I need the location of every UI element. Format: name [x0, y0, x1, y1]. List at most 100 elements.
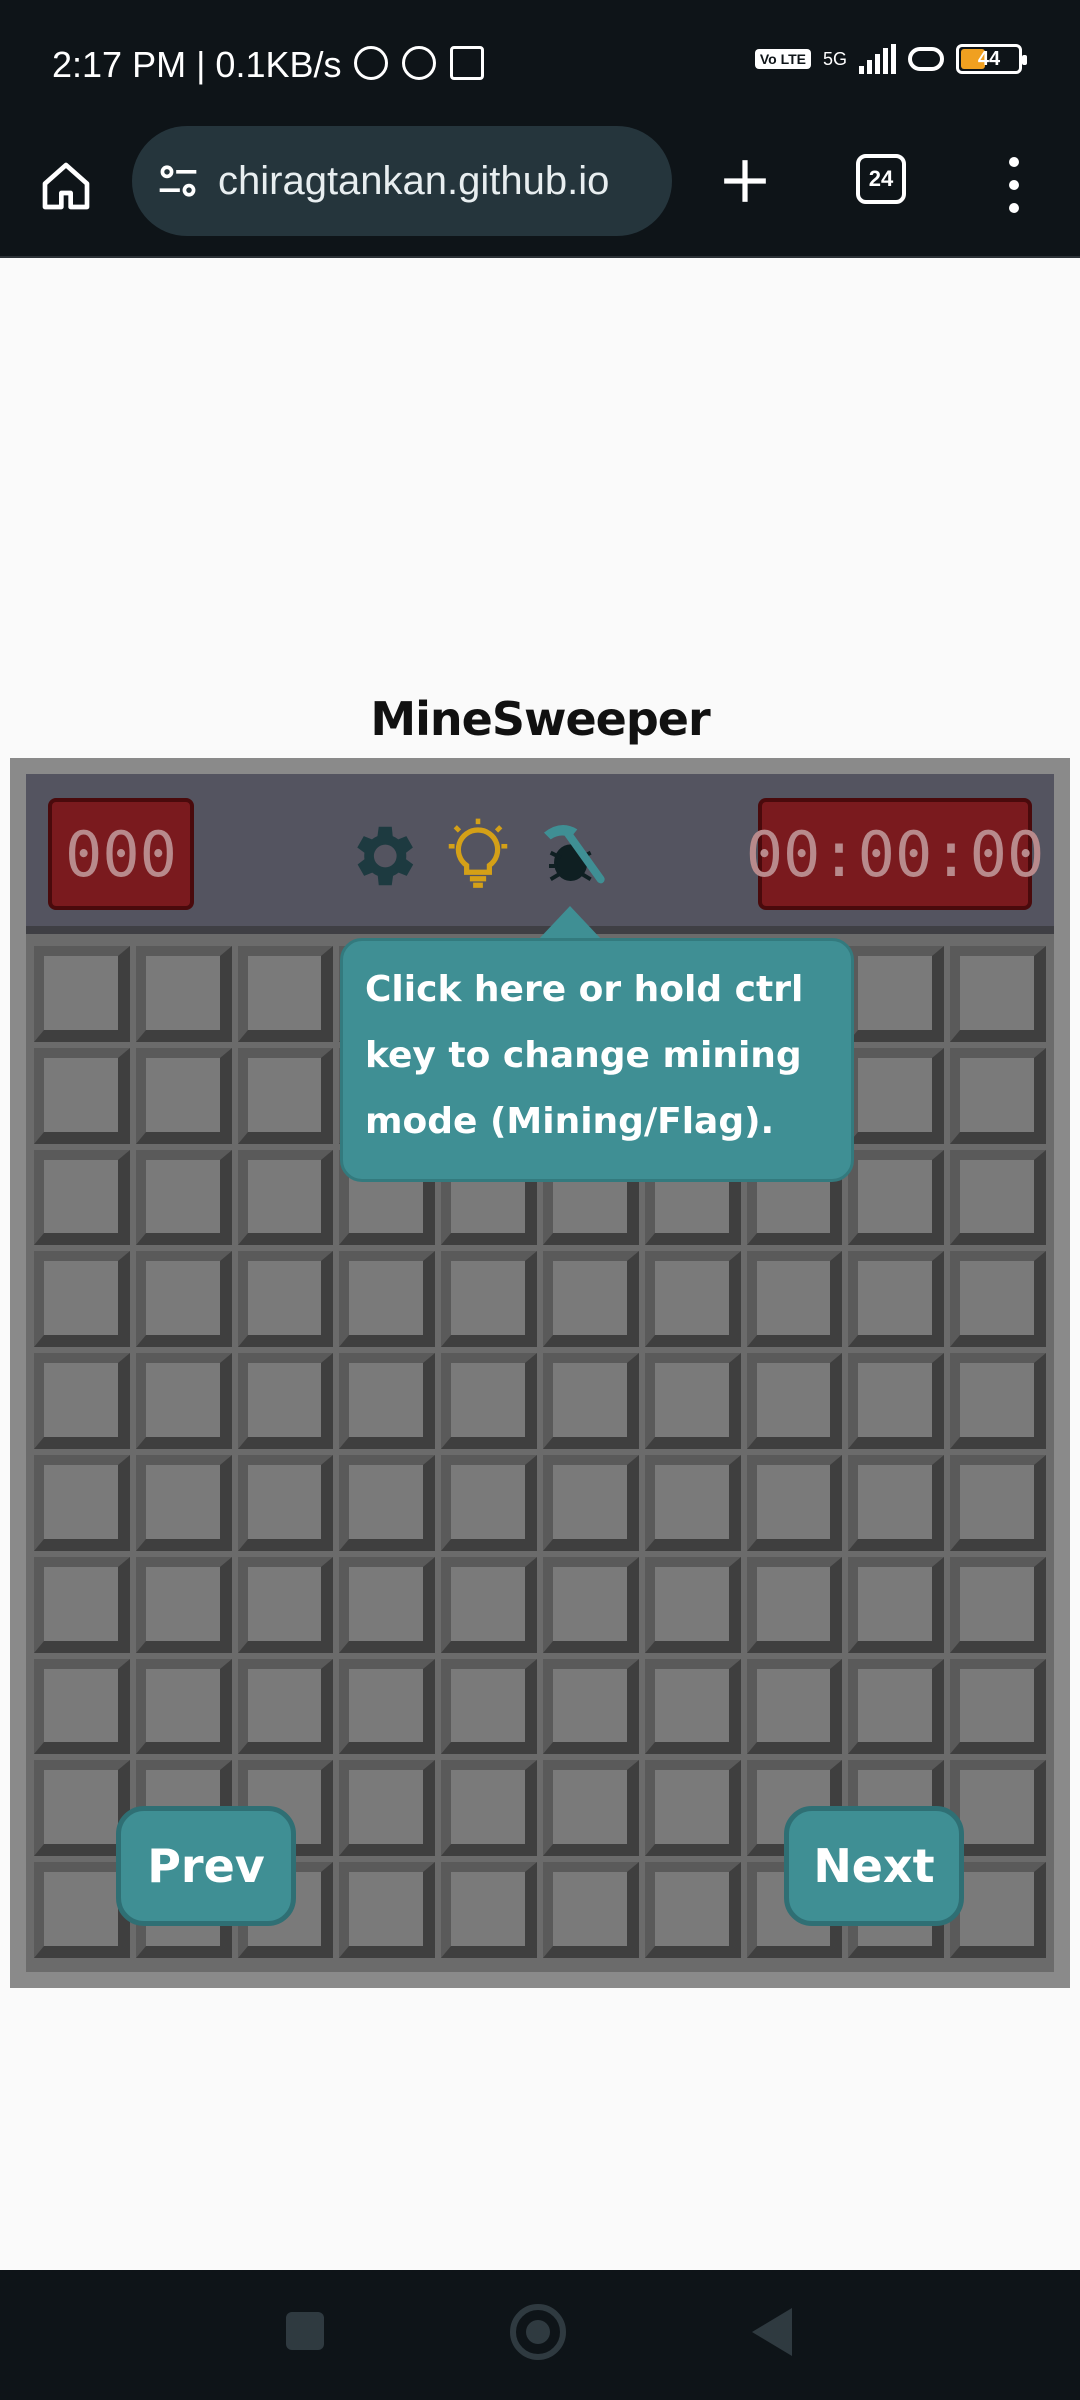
grid-cell[interactable]: [543, 1251, 639, 1348]
grid-cell[interactable]: [746, 1251, 843, 1348]
grid-cell[interactable]: [950, 1149, 1046, 1246]
mining-mode-tooltip: Click here or hold ctrl key to change mi…: [340, 938, 854, 1182]
address-bar[interactable]: chiragtankan.github.io: [132, 126, 672, 236]
grid-cell[interactable]: [644, 1760, 741, 1857]
grid-cell[interactable]: [135, 1556, 232, 1653]
grid-cell[interactable]: [135, 1149, 232, 1246]
grid-cell[interactable]: [237, 946, 334, 1042]
grid-cell[interactable]: [441, 1658, 537, 1755]
new-tab-button[interactable]: [710, 146, 780, 216]
grid-cell[interactable]: [950, 1658, 1046, 1755]
grid-cell[interactable]: [441, 1862, 537, 1958]
back-button[interactable]: [752, 2308, 792, 2356]
grid-cell[interactable]: [34, 1353, 130, 1449]
grid-cell[interactable]: [644, 1455, 741, 1551]
battery-level: 44: [977, 47, 1001, 70]
status-time: 2:17 PM | 0.1KB/s: [52, 44, 342, 85]
grid-cell[interactable]: [848, 1047, 945, 1144]
grid-cell[interactable]: [34, 1047, 130, 1144]
home-nav-button[interactable]: [510, 2304, 566, 2360]
grid-cell[interactable]: [644, 1862, 741, 1958]
grid-cell[interactable]: [34, 1556, 130, 1653]
grid-cell[interactable]: [950, 1251, 1046, 1348]
home-button[interactable]: [34, 154, 98, 218]
grid-cell[interactable]: [135, 1047, 232, 1144]
tabs-button[interactable]: 24: [856, 154, 906, 204]
alarm-icon: [354, 46, 388, 80]
grid-cell[interactable]: [237, 1251, 334, 1348]
grid-cell[interactable]: [339, 1760, 436, 1857]
grid-cell[interactable]: [848, 1658, 945, 1755]
grid-cell[interactable]: [848, 1455, 945, 1551]
grid-cell[interactable]: [339, 1353, 436, 1449]
grid-cell[interactable]: [848, 1149, 945, 1246]
grid-cell[interactable]: [644, 1251, 741, 1348]
recents-button[interactable]: [286, 2312, 324, 2350]
grid-cell[interactable]: [339, 1862, 436, 1958]
next-button[interactable]: Next: [784, 1806, 964, 1926]
hint-button[interactable]: [438, 816, 518, 896]
grid-cell[interactable]: [644, 1353, 741, 1449]
grid-cell[interactable]: [950, 1353, 1046, 1449]
grid-cell[interactable]: [543, 1862, 639, 1958]
volte-icon: Vo LTE: [754, 49, 811, 69]
grid-cell[interactable]: [950, 1760, 1046, 1857]
grid-cell[interactable]: [950, 1556, 1046, 1653]
grid-cell[interactable]: [237, 1047, 334, 1144]
grid-cell[interactable]: [339, 1556, 436, 1653]
grid-cell[interactable]: [135, 946, 232, 1042]
grid-cell[interactable]: [237, 1353, 334, 1449]
grid-cell[interactable]: [237, 1455, 334, 1551]
grid-cell[interactable]: [543, 1556, 639, 1653]
tooltip-arrow: [538, 906, 602, 940]
signal-icon: [859, 44, 896, 74]
grid-cell[interactable]: [34, 1251, 130, 1348]
grid-cell[interactable]: [441, 1455, 537, 1551]
grid-cell[interactable]: [746, 1556, 843, 1653]
grid-cell[interactable]: [543, 1760, 639, 1857]
more-menu-button[interactable]: [996, 150, 1032, 220]
grid-cell[interactable]: [339, 1658, 436, 1755]
grid-cell[interactable]: [644, 1658, 741, 1755]
grid-cell[interactable]: [746, 1353, 843, 1449]
settings-button[interactable]: [342, 816, 422, 896]
prev-button[interactable]: Prev: [116, 1806, 296, 1926]
grid-cell[interactable]: [339, 1455, 436, 1551]
grid-cell[interactable]: [237, 1556, 334, 1653]
grid-cell[interactable]: [543, 1353, 639, 1449]
site-settings-icon[interactable]: [156, 159, 200, 203]
grid-cell[interactable]: [746, 1455, 843, 1551]
grid-cell[interactable]: [339, 1251, 436, 1348]
grid-cell[interactable]: [135, 1251, 232, 1348]
grid-cell[interactable]: [644, 1556, 741, 1653]
grid-cell[interactable]: [34, 1658, 130, 1755]
grid-cell[interactable]: [848, 1251, 945, 1348]
grid-cell[interactable]: [135, 1658, 232, 1755]
grid-cell[interactable]: [950, 946, 1046, 1042]
grid-cell[interactable]: [746, 1658, 843, 1755]
grid-cell[interactable]: [441, 1556, 537, 1653]
grid-cell[interactable]: [34, 1149, 130, 1246]
grid-cell[interactable]: [950, 1455, 1046, 1551]
grid-cell[interactable]: [34, 1455, 130, 1551]
mining-mode-button[interactable]: [534, 816, 614, 896]
more-menu-icon: [1009, 156, 1019, 167]
grid-cell[interactable]: [543, 1455, 639, 1551]
grid-cell[interactable]: [441, 1251, 537, 1348]
grid-cell[interactable]: [237, 1658, 334, 1755]
grid-cell[interactable]: [135, 1353, 232, 1449]
grid-cell[interactable]: [848, 1556, 945, 1653]
grid-cell[interactable]: [950, 1047, 1046, 1144]
grid-cell[interactable]: [34, 946, 130, 1042]
grid-cell[interactable]: [237, 1149, 334, 1246]
lightbulb-icon: [448, 818, 508, 888]
status-right: Vo LTE 5G 44: [754, 44, 1027, 74]
grid-cell[interactable]: [441, 1760, 537, 1857]
grid-cell[interactable]: [441, 1353, 537, 1449]
grid-cell[interactable]: [848, 1353, 945, 1449]
grid-cell[interactable]: [135, 1455, 232, 1551]
grid-cell[interactable]: [848, 946, 945, 1042]
system-nav-bar: [0, 2270, 1080, 2400]
grid-cell[interactable]: [543, 1658, 639, 1755]
grid-cell[interactable]: [950, 1862, 1046, 1958]
